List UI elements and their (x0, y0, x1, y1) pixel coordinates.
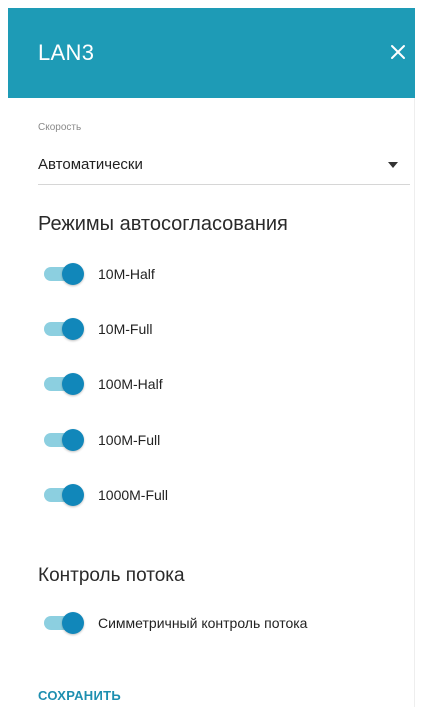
toggle-knob (62, 484, 84, 506)
autoneg-section-title: Режимы автосогласования (38, 213, 288, 235)
toggle-knob (62, 612, 84, 634)
toggle-switch[interactable] (38, 611, 86, 635)
panel-header: LAN3 (8, 8, 415, 98)
toggle-knob (62, 373, 84, 395)
close-button[interactable] (382, 36, 414, 68)
toggle-row-10m-half[interactable]: 10M-Half (38, 262, 155, 286)
toggle-label: 100M-Full (98, 432, 161, 448)
speed-label: Скорость (38, 122, 82, 133)
speed-underline (38, 184, 410, 185)
dropdown-arrow-icon (388, 162, 398, 168)
toggle-label: 1000M-Full (98, 487, 169, 503)
toggle-switch[interactable] (38, 483, 86, 507)
speed-value: Автоматически (38, 156, 143, 173)
speed-select[interactable]: Скорость Автоматически (38, 122, 410, 186)
toggle-row-100m-full[interactable]: 100M-Full (38, 428, 160, 452)
toggle-row-10m-full[interactable]: 10M-Full (38, 317, 152, 341)
toggle-switch[interactable] (38, 372, 86, 396)
save-button[interactable]: СОХРАНИТЬ (38, 688, 121, 703)
toggle-knob (62, 429, 84, 451)
toggle-switch[interactable] (38, 317, 86, 341)
toggle-switch[interactable] (38, 262, 86, 286)
toggle-row-1000m-full[interactable]: 1000M-Full (38, 483, 168, 507)
toggle-label: 100M-Half (98, 376, 163, 392)
toggle-label: 10M-Full (98, 321, 153, 337)
toggle-switch[interactable] (38, 428, 86, 452)
toggle-label: 10M-Half (98, 266, 155, 282)
toggle-knob (62, 318, 84, 340)
port-settings-panel: LAN3 Скорость Автоматически Режимы автос… (8, 8, 415, 707)
toggle-knob (62, 263, 84, 285)
toggle-row-100m-half[interactable]: 100M-Half (38, 372, 163, 396)
toggle-row-symmetric-flow-control[interactable]: Симметричный контроль потока (38, 611, 307, 635)
flow-control-section-title: Контроль потока (38, 565, 185, 586)
toggle-label: Симметричный контроль потока (98, 615, 308, 631)
close-icon (391, 45, 405, 59)
panel-title: LAN3 (38, 40, 95, 65)
